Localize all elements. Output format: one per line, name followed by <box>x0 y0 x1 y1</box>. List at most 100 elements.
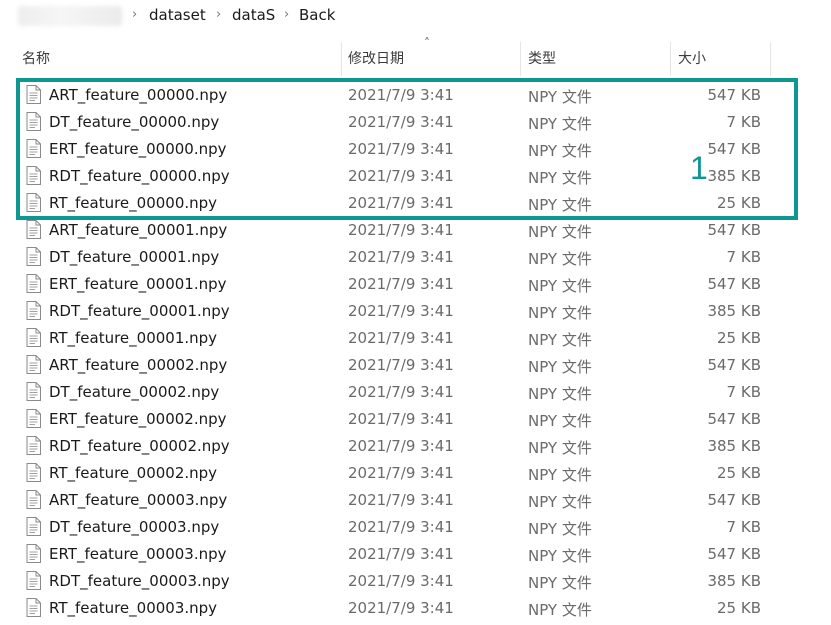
file-name: DT_feature_00000.npy <box>49 113 220 131</box>
file-icon <box>26 571 41 590</box>
file-name: RDT_feature_00001.npy <box>49 302 230 320</box>
file-icon <box>26 85 41 104</box>
file-size: 547 KB <box>707 356 761 374</box>
file-size: 25 KB <box>717 194 761 212</box>
file-icon <box>26 139 41 158</box>
file-row[interactable]: RT_feature_00000.npy 2021/7/9 3:41 NPY 文件 2… <box>0 190 831 217</box>
column-divider[interactable] <box>341 42 342 76</box>
file-icon <box>26 247 41 266</box>
file-icon <box>26 409 41 428</box>
file-name: ERT_feature_00003.npy <box>49 545 227 563</box>
file-icon <box>26 193 41 212</box>
file-modified: 2021/7/9 3:41 <box>348 518 454 536</box>
file-type: NPY 文件 <box>528 142 592 160</box>
file-row[interactable]: ERT_feature_00001.npy 2021/7/9 3:41 NPY 文件… <box>0 271 831 298</box>
file-row[interactable]: DT_feature_00003.npy 2021/7/9 3:41 NPY 文件 7… <box>0 514 831 541</box>
file-icon <box>26 355 41 374</box>
file-row[interactable]: RT_feature_00003.npy 2021/7/9 3:41 NPY 文件 2… <box>0 595 831 622</box>
file-name: ART_feature_00000.npy <box>49 86 228 104</box>
file-size: 547 KB <box>707 140 761 158</box>
file-type: NPY 文件 <box>528 547 592 565</box>
file-icon <box>26 463 41 482</box>
file-size: 7 KB <box>726 518 761 536</box>
file-row[interactable]: RDT_feature_00002.npy 2021/7/9 3:41 NPY 文件… <box>0 433 831 460</box>
file-modified: 2021/7/9 3:41 <box>348 599 454 617</box>
file-icon <box>26 112 41 131</box>
file-type: NPY 文件 <box>528 466 592 484</box>
file-row[interactable]: RDT_feature_00001.npy 2021/7/9 3:41 NPY 文件… <box>0 298 831 325</box>
file-row[interactable]: ERT_feature_00002.npy 2021/7/9 3:41 NPY 文件… <box>0 406 831 433</box>
chevron-right-icon[interactable]: › <box>132 7 137 22</box>
file-row[interactable]: RT_feature_00002.npy 2021/7/9 3:41 NPY 文件 2… <box>0 460 831 487</box>
file-size: 385 KB <box>707 437 761 455</box>
file-icon <box>26 436 41 455</box>
file-type: NPY 文件 <box>528 493 592 511</box>
file-size: 385 KB <box>707 572 761 590</box>
file-modified: 2021/7/9 3:41 <box>348 491 454 509</box>
file-row[interactable]: DT_feature_00001.npy 2021/7/9 3:41 NPY 文件 7… <box>0 244 831 271</box>
file-size: 25 KB <box>717 464 761 482</box>
file-row[interactable]: ART_feature_00002.npy 2021/7/9 3:41 NPY 文件… <box>0 352 831 379</box>
blurred-path-segment <box>18 6 122 26</box>
file-icon <box>26 301 41 320</box>
breadcrumb-item-back[interactable]: Back <box>299 6 335 24</box>
file-modified: 2021/7/9 3:41 <box>348 383 454 401</box>
file-row[interactable]: ERT_feature_00003.npy 2021/7/9 3:41 NPY 文件… <box>0 541 831 568</box>
file-row[interactable]: ART_feature_00001.npy 2021/7/9 3:41 NPY 文件… <box>0 217 831 244</box>
file-type: NPY 文件 <box>528 250 592 268</box>
column-name-header[interactable]: 名称 <box>22 48 50 68</box>
chevron-right-icon[interactable]: › <box>216 7 221 22</box>
file-size: 547 KB <box>707 491 761 509</box>
file-icon <box>26 166 41 185</box>
file-modified: 2021/7/9 3:41 <box>348 248 454 266</box>
breadcrumb-item-dataset[interactable]: dataset <box>149 6 206 24</box>
file-name: ART_feature_00001.npy <box>49 221 228 239</box>
file-row[interactable]: DT_feature_00000.npy 2021/7/9 3:41 NPY 文件 7… <box>0 109 831 136</box>
file-size: 547 KB <box>707 275 761 293</box>
file-name: DT_feature_00001.npy <box>49 248 220 266</box>
file-size: 385 KB <box>707 167 761 185</box>
file-size: 7 KB <box>726 248 761 266</box>
column-size-header[interactable]: 大小 <box>678 48 706 68</box>
file-modified: 2021/7/9 3:41 <box>348 356 454 374</box>
chevron-right-icon[interactable]: › <box>284 7 289 22</box>
column-type-header[interactable]: 类型 <box>528 48 556 68</box>
file-row[interactable]: ART_feature_00003.npy 2021/7/9 3:41 NPY 文件… <box>0 487 831 514</box>
file-type: NPY 文件 <box>528 520 592 538</box>
file-modified: 2021/7/9 3:41 <box>348 140 454 158</box>
annotation-label: 1 <box>690 150 708 186</box>
file-type: NPY 文件 <box>528 223 592 241</box>
column-divider[interactable] <box>520 42 521 76</box>
file-size: 547 KB <box>707 410 761 428</box>
file-icon <box>26 598 41 617</box>
file-name: ART_feature_00002.npy <box>49 356 228 374</box>
column-divider[interactable] <box>670 42 671 76</box>
file-row[interactable]: RDT_feature_00003.npy 2021/7/9 3:41 NPY 文件… <box>0 568 831 595</box>
file-row[interactable]: RT_feature_00001.npy 2021/7/9 3:41 NPY 文件 2… <box>0 325 831 352</box>
column-modified-header[interactable]: 修改日期 <box>348 48 404 68</box>
file-size: 547 KB <box>707 545 761 563</box>
file-type: NPY 文件 <box>528 277 592 295</box>
file-modified: 2021/7/9 3:41 <box>348 86 454 104</box>
column-divider[interactable] <box>770 42 771 76</box>
file-name: RDT_feature_00000.npy <box>49 167 230 185</box>
breadcrumb: › dataset › dataS › Back <box>0 0 831 32</box>
file-icon <box>26 382 41 401</box>
file-icon <box>26 328 41 347</box>
file-modified: 2021/7/9 3:41 <box>348 221 454 239</box>
file-type: NPY 文件 <box>528 601 592 619</box>
file-name: RT_feature_00002.npy <box>49 464 218 482</box>
file-name: RT_feature_00000.npy <box>49 194 218 212</box>
file-name: RDT_feature_00003.npy <box>49 572 230 590</box>
file-row[interactable]: DT_feature_00002.npy 2021/7/9 3:41 NPY 文件 7… <box>0 379 831 406</box>
file-modified: 2021/7/9 3:41 <box>348 194 454 212</box>
file-modified: 2021/7/9 3:41 <box>348 545 454 563</box>
file-size: 7 KB <box>726 383 761 401</box>
file-type: NPY 文件 <box>528 331 592 349</box>
breadcrumb-item-datas[interactable]: dataS <box>232 6 275 24</box>
file-type: NPY 文件 <box>528 385 592 403</box>
file-size: 7 KB <box>726 113 761 131</box>
file-row[interactable]: ART_feature_00000.npy 2021/7/9 3:41 NPY 文件… <box>0 82 831 109</box>
column-header: ˄ 名称 修改日期 类型 大小 <box>0 36 831 78</box>
file-type: NPY 文件 <box>528 169 592 187</box>
